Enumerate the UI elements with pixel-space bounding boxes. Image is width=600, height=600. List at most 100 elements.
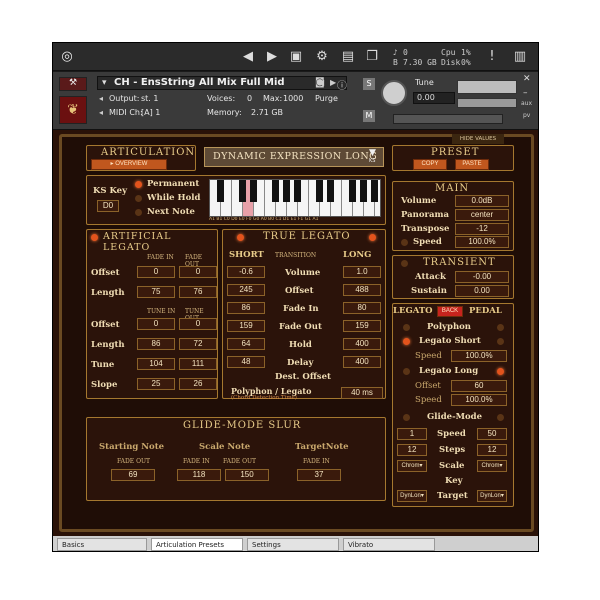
legato-long-led-left[interactable]	[403, 368, 410, 375]
long-hold[interactable]: 400	[343, 338, 381, 350]
attack-value[interactable]: -0.00	[455, 271, 509, 283]
tune-value[interactable]: 0.00	[413, 92, 455, 104]
speed-value[interactable]: 100.0%	[455, 236, 509, 248]
pv-label[interactable]: pv	[523, 112, 530, 119]
dropdown-triangle-icon[interactable]: ▼	[369, 148, 376, 158]
while-hold-led[interactable]	[135, 195, 142, 202]
scale-chrom-left[interactable]: Chrom▾	[397, 460, 427, 472]
short-fade-out[interactable]: 159	[227, 320, 265, 332]
articulation-selector[interactable]: DYNAMIC EXPRESSION LONG ▼ KS	[204, 147, 384, 167]
max-value[interactable]: 1000	[283, 94, 303, 103]
glide-value-2[interactable]: 12	[397, 444, 427, 456]
black-key[interactable]	[349, 180, 356, 202]
legato-short-led-left[interactable]	[403, 338, 410, 345]
long-fade-out[interactable]: 159	[343, 320, 381, 332]
overview-button[interactable]: ▸ OVERVIEW	[91, 159, 167, 170]
fade-in-length[interactable]: 75	[137, 286, 175, 298]
view-icon[interactable]: ❐	[361, 47, 383, 67]
tune-in-slope[interactable]: 25	[137, 378, 175, 390]
save-icon[interactable]: ▣	[285, 47, 307, 67]
target-fade-in-value[interactable]: 37	[297, 469, 341, 481]
ls-speed-value[interactable]: 100.0%	[451, 350, 507, 362]
layout-icon[interactable]: ▤	[337, 47, 359, 67]
black-key[interactable]	[283, 180, 290, 202]
tab-settings[interactable]: Settings	[247, 538, 339, 551]
speed-led[interactable]	[401, 239, 408, 246]
short-delay[interactable]: 48	[227, 356, 265, 368]
output-dropdown-icon[interactable]: ◂	[99, 94, 103, 103]
back-button[interactable]: BACK	[437, 306, 463, 317]
true-legato-led-left[interactable]	[237, 234, 244, 241]
polyphon-led-right[interactable]	[497, 324, 504, 331]
warning-icon[interactable]: !	[481, 47, 503, 67]
sustain-value[interactable]: 0.00	[455, 285, 509, 297]
instrument-next-icon[interactable]: ▶	[330, 78, 336, 87]
polyphon-led-left[interactable]	[403, 324, 410, 331]
short-volume[interactable]: -0.6	[227, 266, 265, 278]
fade-out-offset[interactable]: 0	[179, 266, 217, 278]
wrench-icon[interactable]: ⚒	[59, 77, 87, 91]
next-note-led[interactable]	[135, 209, 142, 216]
scale-fade-in-value[interactable]: 118	[177, 469, 221, 481]
true-legato-led-right[interactable]	[369, 234, 376, 241]
long-offset[interactable]: 488	[343, 284, 381, 296]
panorama-value[interactable]: center	[455, 209, 509, 221]
hide-values-button[interactable]: HIDE VALUES	[452, 134, 504, 144]
mute-button[interactable]: M	[363, 110, 375, 122]
long-fade-in[interactable]: 80	[343, 302, 381, 314]
ll-offset-value[interactable]: 60	[451, 380, 507, 392]
gear-icon[interactable]: ⚙	[311, 47, 333, 67]
close-icon[interactable]: ✕	[523, 74, 531, 84]
pan-slider[interactable]	[457, 98, 517, 108]
black-key[interactable]	[294, 180, 301, 202]
instrument-name-bar[interactable]: ▾ CH - EnsString All Mix Full Mid ◀ ▶	[97, 76, 347, 90]
prev-arrow-icon[interactable]: ◀	[237, 47, 259, 67]
tune-knob[interactable]	[381, 80, 407, 106]
short-fade-in[interactable]: 86	[227, 302, 265, 314]
black-key[interactable]	[327, 180, 334, 202]
tune-out-tune[interactable]: 111	[179, 358, 217, 370]
polyphon-value[interactable]: 40 ms	[341, 387, 383, 399]
camera-icon[interactable]: ◙	[315, 77, 325, 88]
minimize-icon[interactable]: –	[523, 88, 528, 98]
fade-out-length[interactable]: 76	[179, 286, 217, 298]
tune-in-length[interactable]: 86	[137, 338, 175, 350]
info-icon[interactable]: ⓘ	[337, 77, 347, 92]
paste-button[interactable]: PASTE	[455, 159, 489, 170]
volume-value[interactable]: 0.0dB	[455, 195, 509, 207]
tune-in-tune[interactable]: 104	[137, 358, 175, 370]
black-key[interactable]	[250, 180, 257, 202]
scale-chrom-right[interactable]: Chrom▾	[477, 460, 507, 472]
black-key[interactable]	[217, 180, 224, 202]
ll-speed-value[interactable]: 100.0%	[451, 394, 507, 406]
glide-value-1[interactable]: 1	[397, 428, 427, 440]
start-fade-out-value[interactable]: 69	[111, 469, 155, 481]
black-key[interactable]	[239, 180, 246, 202]
transpose-value[interactable]: -12	[455, 223, 509, 235]
legato-long-led-right[interactable]	[497, 368, 504, 375]
long-delay[interactable]: 400	[343, 356, 381, 368]
short-offset[interactable]: 245	[227, 284, 265, 296]
transient-led[interactable]	[401, 260, 408, 267]
output-value[interactable]: st. 1	[141, 94, 158, 103]
glide-mode-led-left[interactable]	[403, 414, 410, 421]
keyswitch-keyboard[interactable]	[209, 179, 381, 217]
aux-label[interactable]: aux	[521, 100, 532, 107]
black-key[interactable]	[272, 180, 279, 202]
steps-value[interactable]: 12	[477, 444, 507, 456]
tune-out-offset[interactable]: 0	[179, 318, 217, 330]
black-key[interactable]	[371, 180, 378, 202]
tune-out-slope[interactable]: 26	[179, 378, 217, 390]
target-dyn-right[interactable]: DynLon▾	[477, 490, 507, 502]
tab-vibrato[interactable]: Vibrato	[343, 538, 435, 551]
solo-button[interactable]: S	[363, 78, 375, 90]
tune-in-offset[interactable]: 0	[137, 318, 175, 330]
tab-basics[interactable]: Basics	[57, 538, 147, 551]
target-dyn-left[interactable]: DynLon▾	[397, 490, 427, 502]
dropdown-arrow-icon[interactable]: ▾	[102, 78, 107, 88]
midi-value[interactable]: [A] 1	[141, 108, 160, 117]
short-hold[interactable]: 64	[227, 338, 265, 350]
glide-speed-value[interactable]: 50	[477, 428, 507, 440]
browser-icon[interactable]: ▥	[509, 47, 531, 67]
black-key[interactable]	[360, 180, 367, 202]
